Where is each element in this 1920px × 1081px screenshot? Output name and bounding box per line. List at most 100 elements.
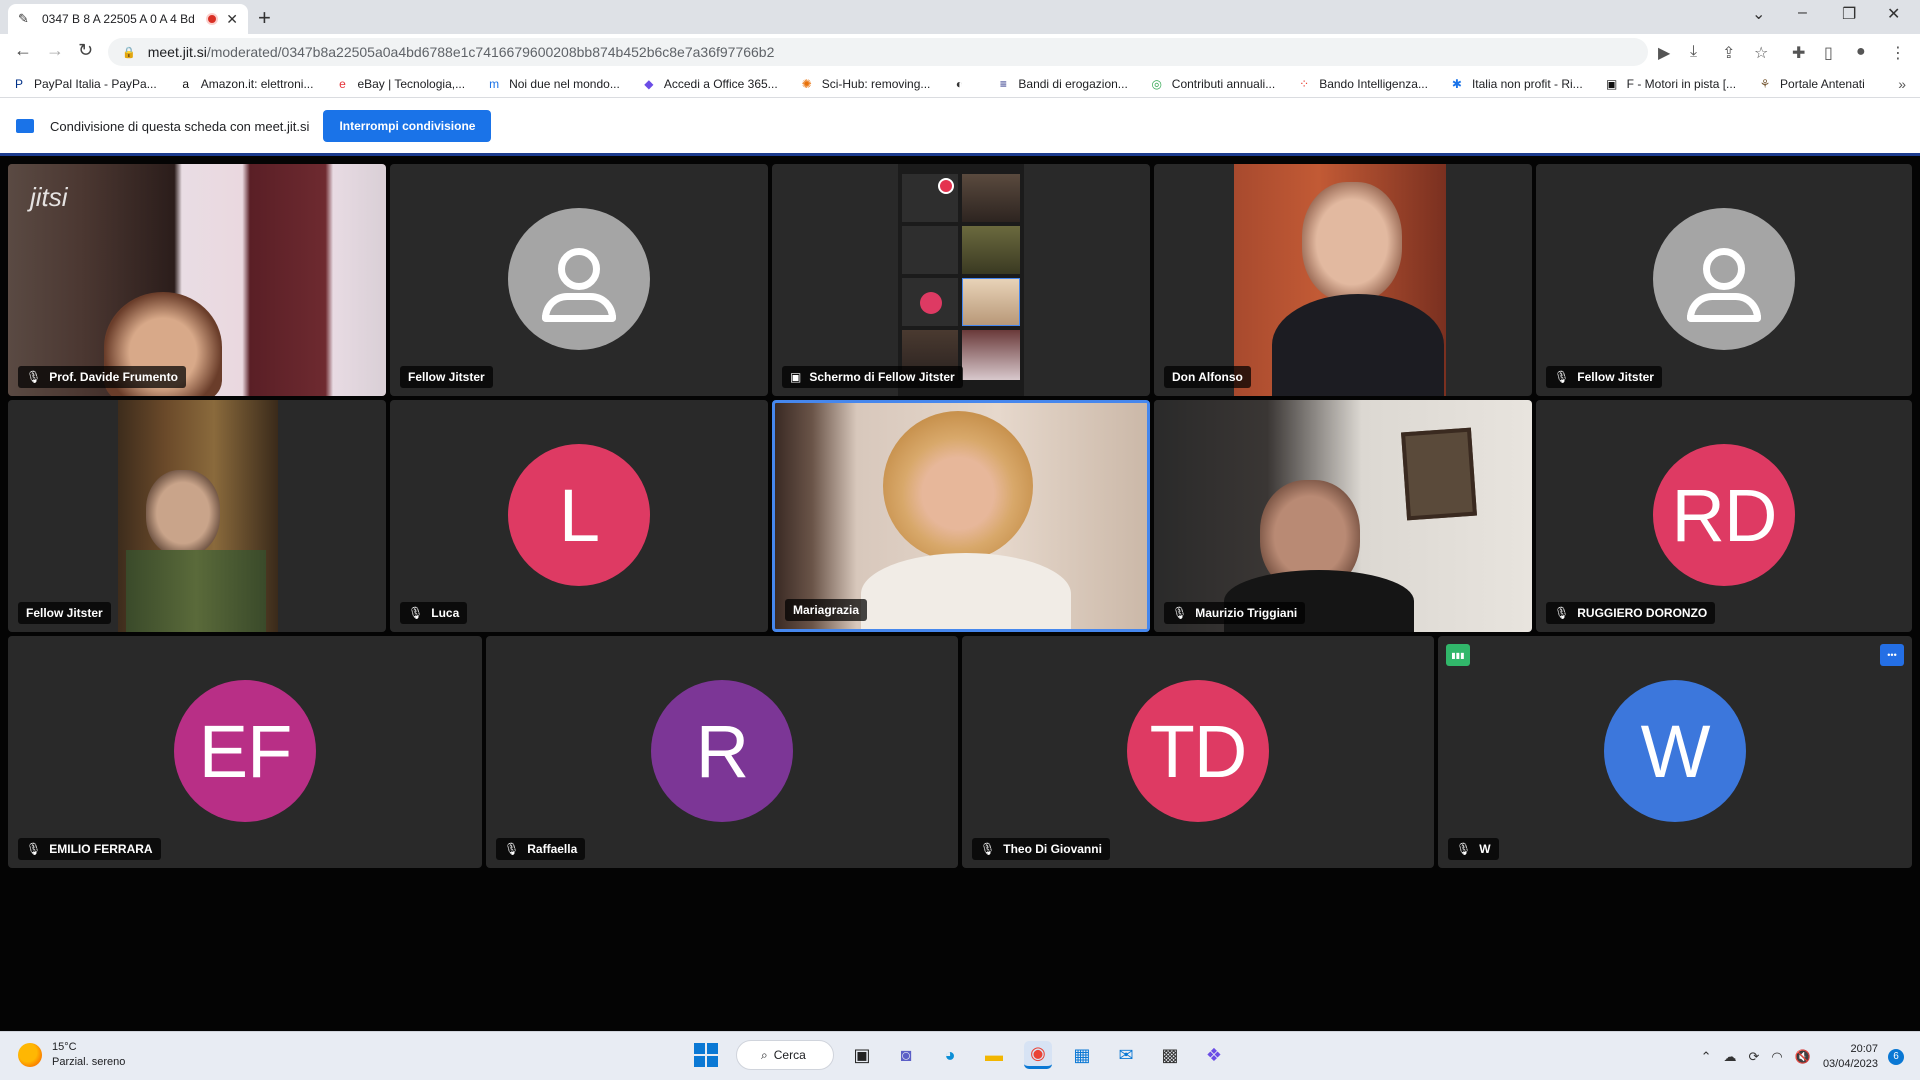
bookmark-favicon-icon: ✱ (1451, 76, 1462, 91)
bookmark-item[interactable]: e eBay | Tecnologia,... (335, 77, 465, 91)
bookmark-label: Amazon.it: elettroni... (200, 76, 314, 91)
browser-tab-active[interactable]: ✎ 0347 B 8 A 22505 A 0 A 4 Bd ✕ (8, 4, 248, 34)
participant-tile[interactable]: 🎙 Fellow Jitster (1536, 164, 1912, 396)
edge-browser-icon[interactable]: ◕ (936, 1041, 964, 1069)
microsoft-store-icon[interactable]: ▦ (1068, 1041, 1096, 1069)
participant-initials-avatar: L (508, 444, 650, 586)
bookmark-item[interactable]: ◆ Accedi a Office 365... (642, 77, 777, 91)
participant-tile[interactable]: RD 🎙 RUGGIERO DORONZO (1536, 400, 1912, 632)
partly-sunny-icon (18, 1043, 42, 1067)
screen-share-icon (16, 119, 34, 133)
copilot-icon[interactable]: ❖ (1200, 1041, 1228, 1069)
wall-picture-frame (1401, 427, 1477, 521)
more-options-icon[interactable]: ••• (1880, 644, 1904, 666)
file-explorer-icon[interactable]: ▬ (980, 1041, 1008, 1069)
participant-tile[interactable]: 🎙 Maurizio Triggiani (1154, 400, 1532, 632)
bookmark-label: Italia non profit - Ri... (1471, 76, 1583, 91)
participant-tile[interactable]: jitsi 🎙 Prof. Davide Frumento (8, 164, 386, 396)
participant-tile[interactable]: Fellow Jitster (390, 164, 768, 396)
participant-name-tag: 🎙 Prof. Davide Frumento (18, 366, 186, 388)
volume-muted-icon[interactable]: 🔇 (1795, 1049, 1811, 1065)
windows-start-icon[interactable] (694, 1043, 718, 1067)
bookmark-label: Sci-Hub: removing... (821, 76, 931, 91)
bookmark-favicon-icon: e (339, 76, 346, 91)
bookmark-star-icon[interactable]: ☆ (1754, 43, 1768, 63)
jitsi-meeting-stage: jitsi 🎙 Prof. Davide Frumento Fellow Jits… (0, 153, 1920, 1031)
mail-icon[interactable]: ✉ (1112, 1041, 1140, 1069)
active-speaker-tile[interactable]: Mariagrazia (772, 400, 1150, 632)
bookmark-item[interactable]: ◎ Contributi annuali... (1150, 77, 1276, 91)
stop-sharing-button[interactable]: Interrompi condivisione (323, 110, 492, 142)
close-window-button[interactable]: ✕ (1887, 4, 1900, 24)
jitsi-watermark-logo: jitsi (30, 182, 68, 212)
tab-sharing-bar: Condivisione di questa scheda con meet.j… (0, 99, 1920, 153)
participant-tile[interactable]: Don Alfonso (1154, 164, 1532, 396)
bookmarks-overflow-icon[interactable]: » (1898, 76, 1906, 92)
bookmark-item[interactable]: ✺ Sci-Hub: removing... (800, 77, 931, 91)
participant-tile[interactable]: R 🎙 Raffaella (486, 636, 958, 868)
bookmark-item[interactable]: ✱ Italia non profit - Ri... (1450, 77, 1583, 91)
share-icon[interactable]: ⇪ (1722, 43, 1735, 63)
participant-tile[interactable]: ▮▮▮ ••• W 🎙 W (1438, 636, 1912, 868)
task-view-icon[interactable]: ▣ (848, 1041, 876, 1069)
participant-tile[interactable]: Fellow Jitster (8, 400, 386, 632)
extensions-puzzle-icon[interactable]: ✚ (1792, 43, 1805, 63)
forward-arrow-icon[interactable]: → (46, 40, 64, 61)
sync-icon[interactable]: ⟳ (1749, 1049, 1760, 1065)
mic-muted-icon: 🎙 (1172, 606, 1188, 620)
app-shortcut-icon[interactable]: ▩ (1156, 1041, 1184, 1069)
side-panel-icon[interactable]: ▯ (1824, 43, 1833, 63)
lock-icon[interactable]: 🔒 (122, 46, 136, 59)
screen-share-tile[interactable]: ▣ Schermo di Fellow Jitster (772, 164, 1150, 396)
bookmark-item[interactable]: ◐ (952, 77, 974, 91)
camera-in-use-icon[interactable]: ▶ (1658, 43, 1670, 63)
taskbar-search-box[interactable]: ⌕ Cerca (736, 1040, 834, 1070)
participant-name-tag: 🎙 RUGGIERO DORONZO (1546, 602, 1716, 624)
participant-tile[interactable]: EF 🎙 EMILIO FERRARA (8, 636, 482, 868)
wifi-icon[interactable]: ◠ (1771, 1049, 1782, 1065)
default-avatar-icon (508, 208, 650, 350)
tab-search-chevron-icon[interactable]: ⌄ (1752, 4, 1765, 24)
mic-muted-icon: 🎙 (408, 606, 424, 620)
tab-close-icon[interactable]: ✕ (226, 11, 238, 28)
show-hidden-icons-chevron-icon[interactable]: ⌃ (1701, 1049, 1712, 1065)
chrome-browser-icon[interactable]: ◉ (1024, 1041, 1052, 1069)
minimize-window-button[interactable]: – (1798, 4, 1807, 22)
chrome-menu-icon[interactable]: ⋮ (1890, 43, 1906, 63)
bookmark-favicon-icon: ⁘ (1299, 76, 1310, 91)
bookmark-item[interactable]: P PayPal Italia - PayPa... (12, 77, 157, 91)
search-label: Cerca (773, 1048, 806, 1062)
participant-tile[interactable]: L 🎙 Luca (390, 400, 768, 632)
back-arrow-icon[interactable]: ← (14, 40, 32, 61)
profile-avatar-icon[interactable]: ● (1856, 43, 1866, 61)
install-app-icon[interactable]: ⤓ (1690, 43, 1697, 61)
mic-muted-icon: 🎙 (1554, 606, 1570, 620)
clock[interactable]: 20:07 03/04/2023 (1823, 1042, 1878, 1072)
participant-name-tag: Fellow Jitster (400, 366, 493, 388)
bookmark-item[interactable]: ⁘ Bando Intelligenza... (1297, 77, 1428, 91)
bookmark-item[interactable]: ≡ Bandi di erogazion... (996, 77, 1128, 91)
participant-name: Mariagrazia (793, 603, 860, 617)
mic-muted-icon: 🎙 (26, 842, 42, 856)
url-omnibox[interactable]: 🔒 meet.jit.si /moderated/0347b8a22505a0a… (108, 38, 1648, 66)
teams-chat-icon[interactable]: ◙ (892, 1041, 920, 1069)
participant-name: Fellow Jitster (408, 370, 485, 384)
reload-icon[interactable]: ↻ (78, 40, 93, 61)
bookmark-item[interactable]: m Noi due nel mondo... (487, 77, 620, 91)
bookmark-item[interactable]: a Amazon.it: elettroni... (179, 76, 314, 91)
participant-initials-avatar: RD (1653, 444, 1795, 586)
bookmark-item[interactable]: ▣ F - Motori in pista [... (1605, 77, 1736, 91)
participant-name-tag: Fellow Jitster (18, 602, 111, 624)
participant-name-tag: ▣ Schermo di Fellow Jitster (782, 366, 963, 388)
weather-widget[interactable]: 15°C Parzial. sereno (18, 1040, 125, 1070)
participant-tile[interactable]: TD 🎙 Theo Di Giovanni (962, 636, 1434, 868)
new-tab-button[interactable]: + (258, 5, 271, 31)
participant-name: Luca (431, 606, 460, 620)
mic-muted-icon: 🎙 (980, 842, 996, 856)
connection-signal-icon[interactable]: ▮▮▮ (1446, 644, 1470, 666)
notification-badge[interactable]: 6 (1888, 1048, 1904, 1065)
bookmark-item[interactable]: ⚘ Portale Antenati (1758, 77, 1865, 91)
restore-window-button[interactable]: ❐ (1842, 4, 1856, 24)
onedrive-cloud-icon[interactable]: ☁ (1724, 1049, 1737, 1065)
participant-name-tag: 🎙 Theo Di Giovanni (972, 838, 1110, 860)
